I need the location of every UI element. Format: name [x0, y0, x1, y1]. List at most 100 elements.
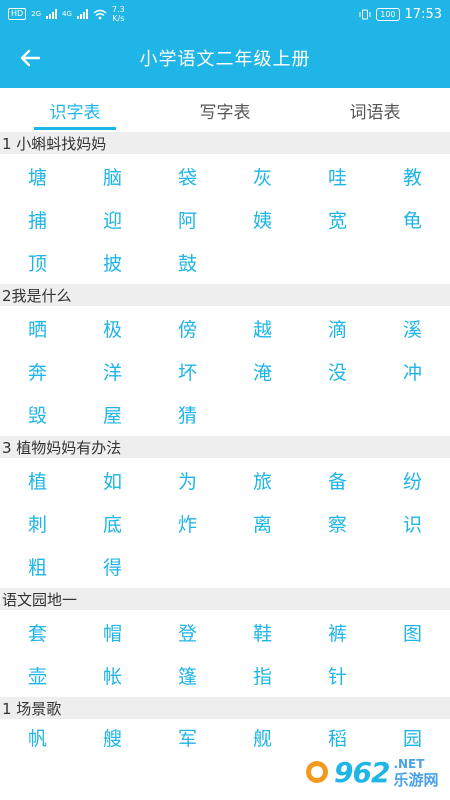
lesson-title: 2我是什么 — [0, 284, 450, 306]
char-item[interactable]: 识 — [375, 502, 450, 545]
char-item[interactable]: 脑 — [75, 155, 150, 198]
page-title: 小学语文二年级上册 — [139, 49, 311, 70]
clock: 17:53 — [404, 6, 442, 22]
lesson-title: 1 场景歌 — [0, 697, 450, 719]
char-item[interactable]: 极 — [75, 307, 150, 350]
char-item[interactable]: 迎 — [75, 198, 150, 241]
char-item[interactable]: 刺 — [0, 502, 75, 545]
char-item[interactable]: 袋 — [150, 155, 225, 198]
char-item[interactable]: 粗 — [0, 545, 75, 588]
watermark-site: 乐游网 — [393, 771, 439, 789]
watermark-text: .NET 乐游网 — [393, 756, 438, 788]
char-item[interactable]: 教 — [375, 155, 450, 198]
char-item[interactable]: 得 — [75, 545, 150, 588]
char-item[interactable]: 鼓 — [150, 241, 225, 284]
network-speed: 7.3 K/s — [112, 5, 125, 23]
char-item[interactable]: 奔 — [0, 350, 75, 393]
char-grid: 植如为旅备纷刺底炸离察识粗得 — [0, 458, 450, 588]
network-2g-label: 2G — [31, 10, 42, 18]
char-item[interactable]: 屋 — [75, 393, 150, 436]
char-item[interactable]: 宽 — [300, 198, 375, 241]
char-item[interactable]: 登 — [150, 611, 225, 654]
char-item[interactable]: 帆 — [0, 720, 75, 750]
lesson-list[interactable]: 1 小蝌蚪找妈妈塘脑袋灰哇教捕迎阿姨宽龟顶披鼓 2我是什么晒极傍越滴溪奔洋坏淹没冲… — [0, 132, 450, 750]
lesson-section: 语文园地一套帽登鞋裤图壶帐篷指针 — [0, 588, 450, 697]
char-item[interactable]: 植 — [0, 459, 75, 502]
watermark-domain: .NET — [393, 757, 425, 771]
char-item[interactable]: 离 — [225, 502, 300, 545]
char-item[interactable]: 帽 — [75, 611, 150, 654]
char-item[interactable]: 艘 — [75, 720, 150, 750]
char-item[interactable]: 底 — [75, 502, 150, 545]
signal-icon-2 — [76, 9, 88, 19]
char-item[interactable]: 龟 — [375, 198, 450, 241]
speed-value: 7.3 — [111, 5, 125, 14]
char-item[interactable]: 塘 — [0, 155, 75, 198]
char-item[interactable]: 纷 — [375, 459, 450, 502]
tab-recognize-chars[interactable]: 识字表 — [0, 88, 150, 132]
char-item[interactable]: 篷 — [150, 654, 225, 697]
site-watermark: 962 .NET 乐游网 — [304, 750, 444, 794]
char-grid: 帆艘军舰稻园 — [0, 719, 450, 750]
watermark-logo: 962 — [334, 755, 390, 789]
network-4g-label: 4G — [62, 10, 72, 18]
char-item[interactable]: 披 — [75, 241, 150, 284]
lesson-section: 1 小蝌蚪找妈妈塘脑袋灰哇教捕迎阿姨宽龟顶披鼓 — [0, 132, 450, 284]
char-item[interactable]: 溪 — [375, 307, 450, 350]
lesson-section: 3 植物妈妈有办法植如为旅备纷刺底炸离察识粗得 — [0, 436, 450, 588]
char-item[interactable]: 阿 — [150, 198, 225, 241]
char-grid: 晒极傍越滴溪奔洋坏淹没冲毁屋猜 — [0, 306, 450, 436]
char-item[interactable]: 备 — [300, 459, 375, 502]
status-bar: HD 2G 4G 7.3 K/s 100 17:53 — [0, 0, 450, 28]
char-item[interactable]: 顶 — [0, 241, 75, 284]
tab-write-chars[interactable]: 写字表 — [150, 88, 300, 132]
char-item[interactable]: 毁 — [0, 393, 75, 436]
char-item[interactable]: 灰 — [225, 155, 300, 198]
char-item[interactable]: 图 — [375, 611, 450, 654]
app-bar: 小学语文二年级上册 — [0, 28, 450, 88]
char-item[interactable]: 旅 — [225, 459, 300, 502]
char-item[interactable]: 裤 — [300, 611, 375, 654]
char-item[interactable]: 套 — [0, 611, 75, 654]
char-item[interactable]: 没 — [300, 350, 375, 393]
char-item[interactable]: 炸 — [150, 502, 225, 545]
char-item[interactable]: 哇 — [300, 155, 375, 198]
char-grid: 套帽登鞋裤图壶帐篷指针 — [0, 610, 450, 697]
char-item[interactable]: 坏 — [150, 350, 225, 393]
hd-badge: HD — [8, 8, 27, 20]
lesson-section: 2我是什么晒极傍越滴溪奔洋坏淹没冲毁屋猜 — [0, 284, 450, 436]
char-item[interactable]: 舰 — [225, 720, 300, 750]
char-item[interactable]: 如 — [75, 459, 150, 502]
char-item[interactable]: 稻 — [300, 720, 375, 750]
char-item[interactable]: 察 — [300, 502, 375, 545]
watermark-badge-icon — [306, 761, 328, 783]
char-item[interactable]: 军 — [150, 720, 225, 750]
char-item[interactable]: 为 — [150, 459, 225, 502]
lesson-section: 1 场景歌帆艘军舰稻园 — [0, 697, 450, 750]
char-item[interactable]: 洋 — [75, 350, 150, 393]
char-item[interactable]: 捕 — [0, 198, 75, 241]
char-item[interactable]: 园 — [375, 720, 450, 750]
back-button[interactable] — [0, 28, 60, 88]
lesson-title: 1 小蝌蚪找妈妈 — [0, 132, 450, 154]
char-item[interactable]: 滴 — [300, 307, 375, 350]
char-item[interactable]: 姨 — [225, 198, 300, 241]
char-item[interactable]: 猜 — [150, 393, 225, 436]
char-item[interactable]: 冲 — [375, 350, 450, 393]
char-item[interactable]: 傍 — [150, 307, 225, 350]
char-item[interactable]: 指 — [225, 654, 300, 697]
wifi-icon — [93, 9, 107, 19]
char-grid: 塘脑袋灰哇教捕迎阿姨宽龟顶披鼓 — [0, 154, 450, 284]
char-item[interactable]: 晒 — [0, 307, 75, 350]
char-item[interactable]: 壶 — [0, 654, 75, 697]
char-item[interactable]: 鞋 — [225, 611, 300, 654]
char-item[interactable]: 帐 — [75, 654, 150, 697]
tab-word-list[interactable]: 词语表 — [300, 88, 450, 132]
lesson-title: 语文园地一 — [0, 588, 450, 610]
speed-unit: K/s — [112, 14, 125, 23]
char-item[interactable]: 针 — [300, 654, 375, 697]
tab-bar: 识字表 写字表 词语表 — [0, 88, 450, 132]
char-item[interactable]: 越 — [225, 307, 300, 350]
battery-icon: 100 — [376, 7, 400, 21]
char-item[interactable]: 淹 — [225, 350, 300, 393]
